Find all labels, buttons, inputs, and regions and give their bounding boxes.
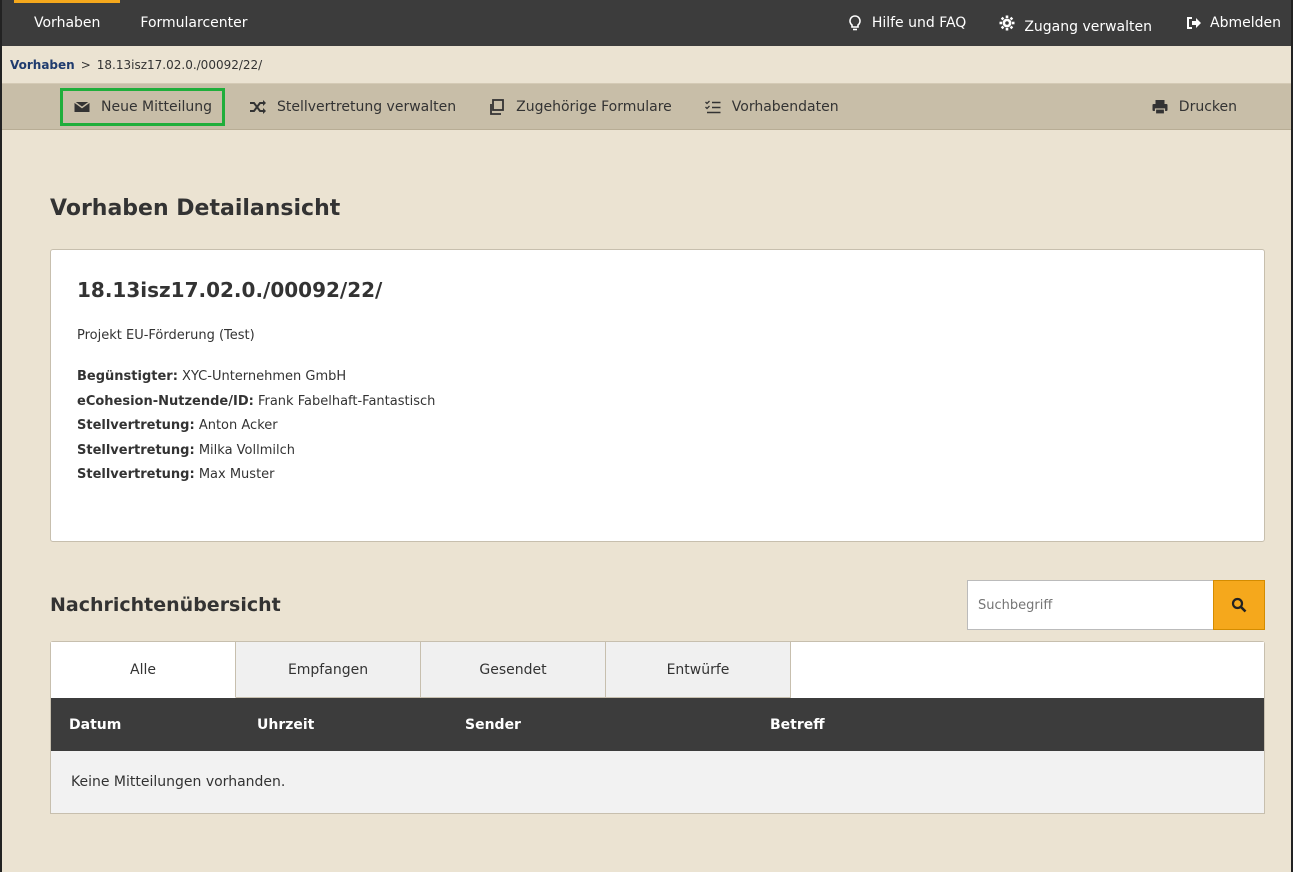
project-subtitle: Projekt EU-Förderung (Test) — [77, 328, 255, 343]
logout-label: Abmelden — [1210, 15, 1281, 31]
project-detail-card: 18.13isz17.02.0./00092/22/ Projekt EU-Fö… — [50, 249, 1265, 542]
messages-title: Nachrichtenübersicht — [50, 594, 281, 616]
breadcrumb-root-link[interactable]: Vorhaben — [10, 58, 75, 72]
checklist-icon — [704, 98, 722, 116]
new-message-label: Neue Mitteilung — [101, 98, 212, 115]
lightbulb-icon — [846, 14, 864, 32]
manage-access-link[interactable]: Zugang verwalten — [982, 0, 1168, 46]
detail-field-substitute: Stellvertretung: Milka Vollmilch — [77, 439, 1238, 464]
help-faq-link[interactable]: Hilfe und FAQ — [830, 0, 983, 46]
search-input[interactable] — [967, 580, 1213, 630]
action-toolbar: Neue Mitteilung Stellvertretung verwalte… — [2, 84, 1291, 130]
empty-messages-row: Keine Mitteilungen vorhanden. — [51, 751, 1264, 813]
main-content: Vorhaben Detailansicht 18.13isz17.02.0./… — [2, 196, 1291, 814]
nav-item-label: Vorhaben — [34, 15, 101, 31]
project-data-label: Vorhabendaten — [731, 98, 839, 115]
envelope-icon — [73, 98, 91, 116]
column-header-date[interactable]: Datum — [69, 717, 257, 733]
print-label: Drucken — [1178, 98, 1237, 115]
new-message-button[interactable]: Neue Mitteilung — [60, 87, 225, 126]
field-value: Frank Fabelhaft-Fantastisch — [257, 393, 436, 409]
related-forms-label: Zugehörige Formulare — [516, 98, 672, 115]
user-menu: Hilfe und FAQ Zugang verwalten Abmelden — [830, 0, 1291, 46]
field-label: Stellvertretung: — [77, 442, 195, 458]
breadcrumb: Vorhaben > 18.13isz17.02.0./00092/22/ — [2, 46, 1291, 84]
logout-icon — [1184, 14, 1202, 32]
logout-link[interactable]: Abmelden — [1168, 0, 1291, 46]
field-value: XYC-Unternehmen GmbH — [182, 369, 347, 384]
breadcrumb-current: 18.13isz17.02.0./00092/22/ — [96, 57, 263, 72]
detail-field-user-id: eCohesion-Nutzende/ID: Frank Fabelhaft-F… — [77, 390, 1238, 415]
field-label: Stellvertretung: — [77, 467, 195, 482]
shuffle-icon — [249, 98, 267, 116]
tab-all[interactable]: Alle — [51, 642, 236, 698]
nav-item-vorhaben[interactable]: Vorhaben — [14, 0, 121, 46]
project-data-button[interactable]: Vorhabendaten — [690, 88, 853, 126]
field-label: Stellvertretung: — [77, 418, 195, 433]
column-header-time[interactable]: Uhrzeit — [257, 717, 465, 733]
search-icon — [1231, 597, 1247, 613]
breadcrumb-separator: > — [80, 57, 91, 72]
search-box — [967, 580, 1265, 630]
field-value: Milka Vollmilch — [198, 442, 296, 458]
field-value: Anton Acker — [198, 418, 278, 433]
printer-icon — [1151, 98, 1169, 116]
top-navigation: Vorhaben Formularcenter Hilfe und FAQ Zu… — [2, 0, 1291, 46]
messages-header: Nachrichtenübersicht — [50, 580, 1265, 630]
column-header-subject[interactable]: Betreff — [770, 717, 825, 733]
tab-received[interactable]: Empfangen — [236, 642, 421, 698]
help-faq-label: Hilfe und FAQ — [871, 15, 967, 31]
detail-field-beneficiary: Begünstigter: XYC-Unternehmen GmbH — [77, 365, 1238, 390]
page-title: Vorhaben Detailansicht — [50, 196, 341, 221]
tab-sent[interactable]: Gesendet — [421, 642, 606, 698]
print-button[interactable]: Drucken — [1137, 88, 1251, 126]
message-tabs: Alle Empfangen Gesendet Entwürfe — [51, 642, 1264, 698]
column-header-sender[interactable]: Sender — [465, 717, 770, 733]
nav-item-formularcenter[interactable]: Formularcenter — [120, 0, 267, 46]
detail-field-substitute: Stellvertretung: Anton Acker — [77, 414, 1238, 439]
main-menu: Vorhaben Formularcenter — [2, 0, 268, 46]
field-label: eCohesion-Nutzende/ID: — [77, 393, 254, 409]
field-label: Begünstigter: — [77, 369, 178, 384]
manage-substitution-button[interactable]: Stellvertretung verwalten — [235, 88, 470, 126]
copy-icon — [488, 98, 506, 116]
tab-drafts[interactable]: Entwürfe — [606, 642, 791, 698]
tab-bar-spacer — [791, 642, 1264, 698]
empty-messages-text: Keine Mitteilungen vorhanden. — [71, 774, 286, 790]
detail-field-substitute: Stellvertretung: Max Muster — [77, 463, 1238, 488]
related-forms-button[interactable]: Zugehörige Formulare — [474, 88, 686, 126]
nav-item-label: Formularcenter — [140, 15, 248, 31]
manage-substitution-label: Stellvertretung verwalten — [277, 98, 457, 115]
field-value: Max Muster — [198, 467, 275, 482]
project-id: 18.13isz17.02.0./00092/22/ — [77, 278, 383, 302]
search-button[interactable] — [1213, 580, 1265, 630]
gear-icon — [998, 14, 1016, 32]
manage-access-label: Zugang verwalten — [1024, 19, 1153, 35]
messages-panel: Alle Empfangen Gesendet Entwürfe Datum U… — [50, 641, 1265, 814]
messages-table-header: Datum Uhrzeit Sender Betreff — [51, 698, 1264, 751]
